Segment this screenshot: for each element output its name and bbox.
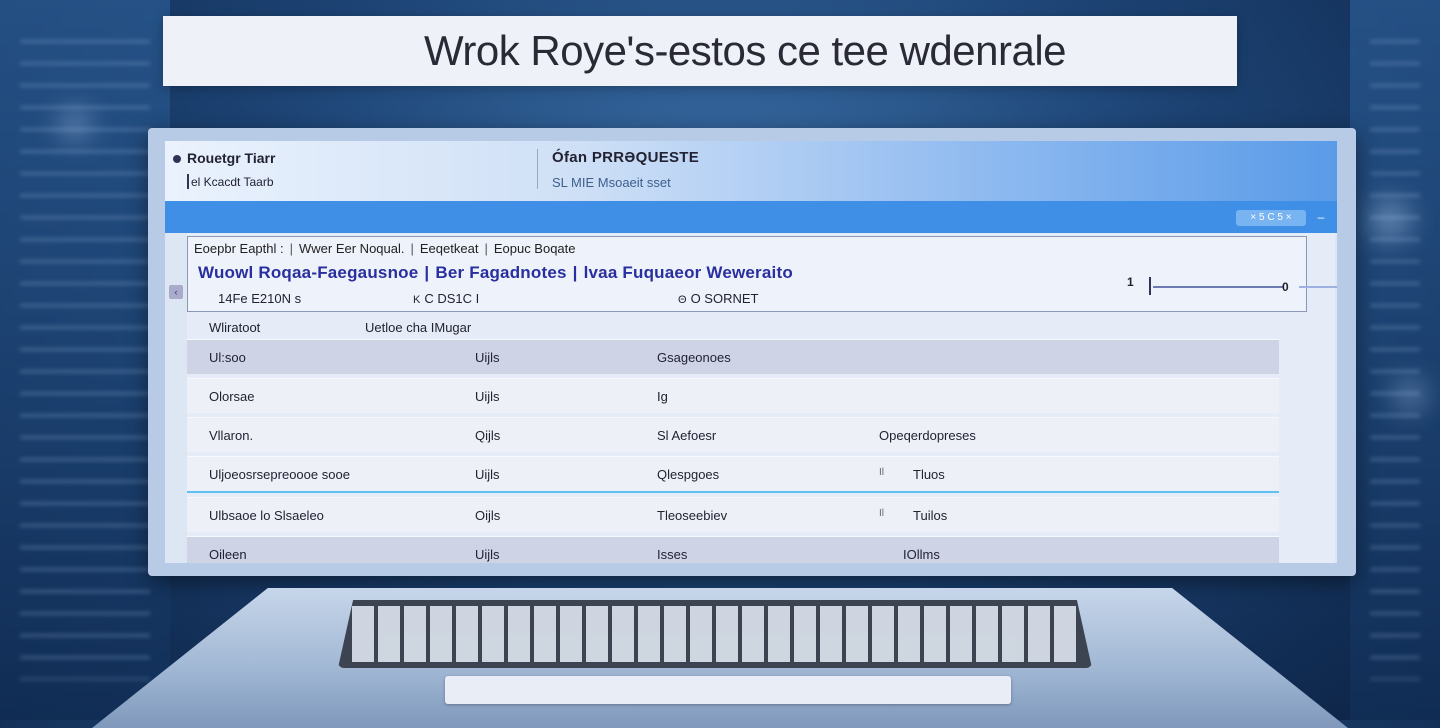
filter-tab[interactable]: lvaa Fuquaeor Weweraito xyxy=(584,263,793,282)
table-row[interactable]: Olorsae Uijls Ig xyxy=(187,378,1279,413)
banner-title: Wrok Roye's-estos ce tee wdenrale xyxy=(423,27,1067,74)
cell-detail: Qlespgoes xyxy=(657,467,720,482)
monitor: Rouetgr Tiarr el Kcacdt Taarb Ófan PRRƏQ… xyxy=(148,128,1356,576)
cell-status: Opeqerdopreses xyxy=(879,428,976,443)
cell-status: Tluos xyxy=(913,467,945,482)
filter-link[interactable]: Wwer Eer Noqual. xyxy=(299,241,404,256)
content-panel: ‹ Eoepbr Eapthl : | Wwer Eer Noqual. | Eeqet… xyxy=(169,233,1337,563)
table-row-selected[interactable]: Uljoeosrsepreoooe sooe Uijls Qlespgoes I… xyxy=(187,456,1279,493)
filter-tab[interactable]: Wuowl Roqaa-Faegausnoe xyxy=(198,263,418,282)
sort-icon: Θ xyxy=(678,294,687,306)
minimize-icon[interactable]: – xyxy=(1312,210,1330,226)
cell-type: Qijls xyxy=(475,428,501,443)
background-light xyxy=(1370,200,1410,240)
filter-tabs: Wuowl Roqaa-Faegausnoe | Ber Fagadnotes | lv… xyxy=(198,263,793,282)
request-title: Ófan PRRƏQUESTE xyxy=(552,149,700,166)
cell-type: Uijls xyxy=(475,467,500,482)
filter-links: Eoepbr Eapthl : | Wwer Eer Noqual. | Eeqetke… xyxy=(194,241,576,256)
cell-detail: Gsageonoes xyxy=(657,350,731,365)
cell-name: Ulbsaoe lo Slsaeleo xyxy=(209,508,324,523)
sort-filter[interactable]: ΘO SORNET xyxy=(678,291,758,306)
request-subtitle: SL MIE Msoaeit sset xyxy=(552,175,671,190)
cell-name: Uljoeosrsepreoooe sooe xyxy=(209,467,350,482)
filter-link[interactable]: Eopuc Boqate xyxy=(494,241,576,256)
filter-panel: Eoepbr Eapthl : | Wwer Eer Noqual. | Eeqetke… xyxy=(187,236,1307,312)
cell-type: Oijls xyxy=(475,508,501,523)
cell-name: Vllaron. xyxy=(209,428,254,443)
collapse-sidebar-icon[interactable]: ‹ xyxy=(169,285,183,299)
range-slider[interactable]: 1 0 xyxy=(1127,275,1337,297)
cell-type: Uijls xyxy=(475,547,500,562)
app-logo-icon xyxy=(173,155,181,164)
background-server-rack-right xyxy=(1350,0,1440,720)
app-header: Rouetgr Tiarr el Kcacdt Taarb Ófan PRRƏQ… xyxy=(165,141,1337,201)
cell-detail: Isses xyxy=(657,547,688,562)
filter-link[interactable]: Eeqetkeat xyxy=(420,241,479,256)
cell-status: Tuilos xyxy=(913,508,948,523)
column-header[interactable]: Uetloe cha IMugar xyxy=(365,320,471,335)
cell-type: Uijls xyxy=(475,350,500,365)
slider-track[interactable] xyxy=(1153,286,1283,288)
filter-tab[interactable]: Ber Fagadnotes xyxy=(435,263,566,282)
table-header: Wliratoot Uetloe cha IMugar xyxy=(187,317,1279,339)
app-window: Rouetgr Tiarr el Kcacdt Taarb Ófan PRRƏQ… xyxy=(165,141,1337,563)
filter-icon: K xyxy=(413,294,421,306)
table-row[interactable]: Vllaron. Qijls Sl Aefoesr Opeqerdopreses xyxy=(187,417,1279,452)
keyboard xyxy=(338,600,1092,668)
table-row[interactable]: Ulbsaoe lo Slsaeleo Oijls Tleoseebiev Il… xyxy=(187,497,1279,532)
title-banner: Wrok Roye's-estos ce tee wdenrale xyxy=(163,16,1237,86)
cell-detail: Ig xyxy=(657,389,668,404)
cell-type: Uijls xyxy=(475,389,500,404)
results-table: Wliratoot Uetloe cha IMugar Ul:soo Uijls… xyxy=(187,317,1279,563)
app-subtitle: el Kcacdt Taarb xyxy=(187,174,274,189)
toolbar-actions-button[interactable]: × 5 C 5 × xyxy=(1236,210,1306,226)
cell-name: Ul:soo xyxy=(209,350,246,365)
cell-flag: Il xyxy=(879,508,884,519)
cell-status: IOllms xyxy=(903,547,940,562)
cell-name: Oileen xyxy=(209,547,247,562)
table-row[interactable]: Oileen Uijls Isses IOllms xyxy=(187,536,1279,563)
cell-name: Olorsae xyxy=(209,389,255,404)
app-title: Rouetgr Tiarr xyxy=(173,150,275,166)
header-divider xyxy=(537,149,538,189)
background-server-rack-left xyxy=(0,0,170,720)
cell-detail: Tleoseebiev xyxy=(657,508,728,523)
cell-detail: Sl Aefoesr xyxy=(657,428,717,443)
slider-tail xyxy=(1299,286,1337,288)
trackpad xyxy=(445,676,1011,704)
slider-start-handle[interactable] xyxy=(1149,277,1151,295)
background-light xyxy=(60,110,90,140)
slider-thumb[interactable]: 0 xyxy=(1282,280,1289,294)
cell-flag: Il xyxy=(879,467,884,478)
mid-filter[interactable]: KC DS1C I xyxy=(413,291,479,306)
date-filter[interactable]: 14Fe E210N s xyxy=(218,291,301,306)
filter-link[interactable]: Eoepbr Eapthl : xyxy=(194,241,284,256)
column-header[interactable]: Wliratoot xyxy=(209,320,260,335)
table-row[interactable]: Ul:soo Uijls Gsageonoes xyxy=(187,339,1279,374)
toolbar: × 5 C 5 × – xyxy=(165,201,1337,233)
background-light xyxy=(1395,380,1425,410)
slider-min-label: 1 xyxy=(1127,275,1134,289)
